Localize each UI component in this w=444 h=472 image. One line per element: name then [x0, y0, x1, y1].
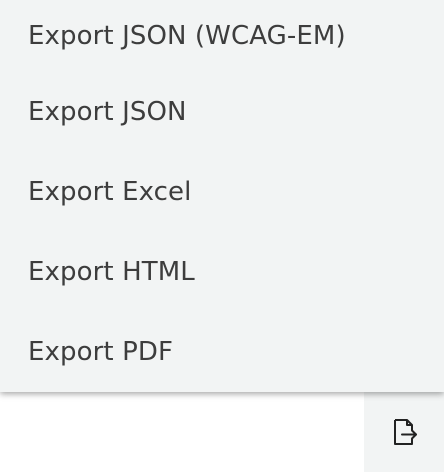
- export-menu: Export JSON (WCAG-EM) Export JSON Export…: [0, 0, 444, 392]
- menu-item-export-excel[interactable]: Export Excel: [0, 152, 444, 232]
- menu-item-export-pdf[interactable]: Export PDF: [0, 312, 444, 392]
- menu-item-export-json[interactable]: Export JSON: [0, 72, 444, 152]
- export-button[interactable]: [364, 392, 444, 472]
- menu-item-export-html[interactable]: Export HTML: [0, 232, 444, 312]
- menu-item-export-json-wcag-em[interactable]: Export JSON (WCAG-EM): [0, 0, 444, 72]
- export-icon: [394, 419, 417, 445]
